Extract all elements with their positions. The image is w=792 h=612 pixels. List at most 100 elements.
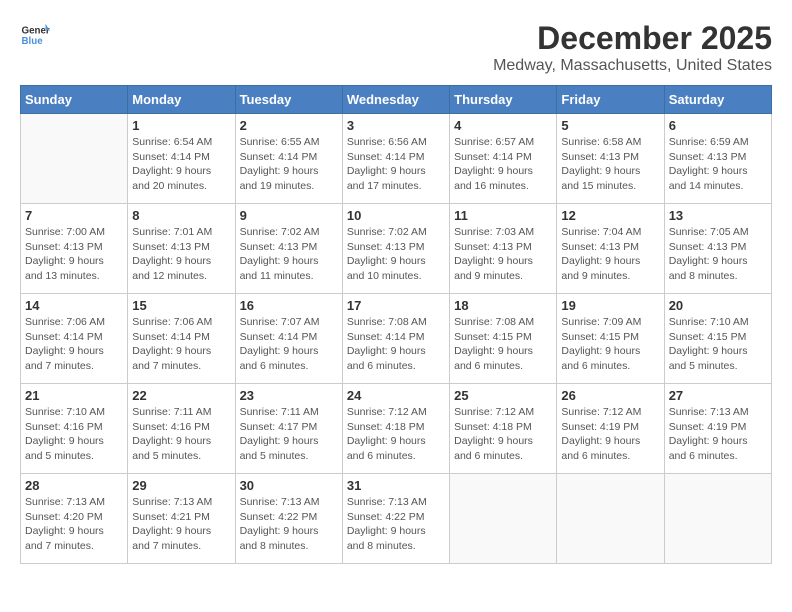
calendar-week-row: 21 Sunrise: 7:10 AM Sunset: 4:16 PM Dayli… (21, 384, 772, 474)
day-info: Sunrise: 7:02 AM Sunset: 4:13 PM Dayligh… (347, 225, 445, 284)
calendar-header-tuesday: Tuesday (235, 86, 342, 114)
calendar-day-cell: 25 Sunrise: 7:12 AM Sunset: 4:18 PM Dayli… (450, 384, 557, 474)
calendar-day-cell: 11 Sunrise: 7:03 AM Sunset: 4:13 PM Dayli… (450, 204, 557, 294)
day-number: 6 (669, 118, 767, 133)
calendar-header-saturday: Saturday (664, 86, 771, 114)
calendar-day-cell: 28 Sunrise: 7:13 AM Sunset: 4:20 PM Dayli… (21, 474, 128, 564)
day-info: Sunrise: 7:08 AM Sunset: 4:15 PM Dayligh… (454, 315, 552, 374)
calendar-day-cell: 4 Sunrise: 6:57 AM Sunset: 4:14 PM Daylig… (450, 114, 557, 204)
day-number: 30 (240, 478, 338, 493)
calendar-header-sunday: Sunday (21, 86, 128, 114)
day-number: 2 (240, 118, 338, 133)
day-info: Sunrise: 7:12 AM Sunset: 4:18 PM Dayligh… (347, 405, 445, 464)
day-number: 29 (132, 478, 230, 493)
calendar-week-row: 1 Sunrise: 6:54 AM Sunset: 4:14 PM Daylig… (21, 114, 772, 204)
day-info: Sunrise: 7:01 AM Sunset: 4:13 PM Dayligh… (132, 225, 230, 284)
day-number: 1 (132, 118, 230, 133)
calendar-day-cell: 17 Sunrise: 7:08 AM Sunset: 4:14 PM Dayli… (342, 294, 449, 384)
day-info: Sunrise: 7:13 AM Sunset: 4:21 PM Dayligh… (132, 495, 230, 554)
svg-text:Blue: Blue (22, 36, 44, 47)
day-info: Sunrise: 7:13 AM Sunset: 4:22 PM Dayligh… (347, 495, 445, 554)
day-info: Sunrise: 7:12 AM Sunset: 4:19 PM Dayligh… (561, 405, 659, 464)
day-number: 26 (561, 388, 659, 403)
calendar-day-cell: 23 Sunrise: 7:11 AM Sunset: 4:17 PM Dayli… (235, 384, 342, 474)
calendar-day-cell: 30 Sunrise: 7:13 AM Sunset: 4:22 PM Dayli… (235, 474, 342, 564)
day-number: 3 (347, 118, 445, 133)
day-info: Sunrise: 7:11 AM Sunset: 4:16 PM Dayligh… (132, 405, 230, 464)
day-info: Sunrise: 6:56 AM Sunset: 4:14 PM Dayligh… (347, 135, 445, 194)
calendar-day-cell: 27 Sunrise: 7:13 AM Sunset: 4:19 PM Dayli… (664, 384, 771, 474)
calendar-day-cell: 22Sunrise: 7:11 AM Sunset: 4:16 PM Dayli… (128, 384, 235, 474)
day-number: 25 (454, 388, 552, 403)
day-number: 4 (454, 118, 552, 133)
calendar-header-row: SundayMondayTuesdayWednesdayThursdayFrid… (21, 86, 772, 114)
calendar-day-cell: 16Sunrise: 7:07 AM Sunset: 4:14 PM Dayli… (235, 294, 342, 384)
day-number: 19 (561, 298, 659, 313)
day-info: Sunrise: 7:06 AM Sunset: 4:14 PM Dayligh… (25, 315, 123, 374)
calendar-day-cell: 21 Sunrise: 7:10 AM Sunset: 4:16 PM Dayli… (21, 384, 128, 474)
calendar-week-row: 14 Sunrise: 7:06 AM Sunset: 4:14 PM Dayli… (21, 294, 772, 384)
day-info: Sunrise: 7:02 AM Sunset: 4:13 PM Dayligh… (240, 225, 338, 284)
calendar-day-cell: 9 Sunrise: 7:02 AM Sunset: 4:13 PM Daylig… (235, 204, 342, 294)
day-info: Sunrise: 7:13 AM Sunset: 4:19 PM Dayligh… (669, 405, 767, 464)
day-info: Sunrise: 7:09 AM Sunset: 4:15 PM Dayligh… (561, 315, 659, 374)
day-info: Sunrise: 7:13 AM Sunset: 4:22 PM Dayligh… (240, 495, 338, 554)
day-number: 15 (132, 298, 230, 313)
day-number: 8 (132, 208, 230, 223)
day-number: 13 (669, 208, 767, 223)
calendar-day-cell (21, 114, 128, 204)
day-number: 21 (25, 388, 123, 403)
day-info: Sunrise: 6:54 AM Sunset: 4:14 PM Dayligh… (132, 135, 230, 194)
day-info: Sunrise: 7:10 AM Sunset: 4:16 PM Dayligh… (25, 405, 123, 464)
calendar-header-friday: Friday (557, 86, 664, 114)
day-info: Sunrise: 7:04 AM Sunset: 4:13 PM Dayligh… (561, 225, 659, 284)
day-info: Sunrise: 6:59 AM Sunset: 4:13 PM Dayligh… (669, 135, 767, 194)
day-info: Sunrise: 7:12 AM Sunset: 4:18 PM Dayligh… (454, 405, 552, 464)
day-number: 11 (454, 208, 552, 223)
day-number: 14 (25, 298, 123, 313)
calendar-day-cell: 2 Sunrise: 6:55 AM Sunset: 4:14 PM Daylig… (235, 114, 342, 204)
day-info: Sunrise: 6:55 AM Sunset: 4:14 PM Dayligh… (240, 135, 338, 194)
day-info: Sunrise: 7:11 AM Sunset: 4:17 PM Dayligh… (240, 405, 338, 464)
day-info: Sunrise: 7:03 AM Sunset: 4:13 PM Dayligh… (454, 225, 552, 284)
day-info: Sunrise: 7:07 AM Sunset: 4:14 PM Dayligh… (240, 315, 338, 374)
day-info: Sunrise: 7:13 AM Sunset: 4:20 PM Dayligh… (25, 495, 123, 554)
calendar-day-cell: 8 Sunrise: 7:01 AM Sunset: 4:13 PM Daylig… (128, 204, 235, 294)
page-title: December 2025 (493, 20, 772, 57)
logo: General Blue (20, 20, 50, 50)
day-number: 23 (240, 388, 338, 403)
day-number: 27 (669, 388, 767, 403)
calendar-day-cell: 14 Sunrise: 7:06 AM Sunset: 4:14 PM Dayli… (21, 294, 128, 384)
calendar-day-cell: 1 Sunrise: 6:54 AM Sunset: 4:14 PM Daylig… (128, 114, 235, 204)
calendar-day-cell: 12Sunrise: 7:04 AM Sunset: 4:13 PM Dayli… (557, 204, 664, 294)
day-number: 18 (454, 298, 552, 313)
day-info: Sunrise: 7:05 AM Sunset: 4:13 PM Dayligh… (669, 225, 767, 284)
day-number: 28 (25, 478, 123, 493)
day-info: Sunrise: 7:06 AM Sunset: 4:14 PM Dayligh… (132, 315, 230, 374)
calendar-day-cell (557, 474, 664, 564)
day-info: Sunrise: 7:08 AM Sunset: 4:14 PM Dayligh… (347, 315, 445, 374)
day-info: Sunrise: 6:58 AM Sunset: 4:13 PM Dayligh… (561, 135, 659, 194)
day-number: 5 (561, 118, 659, 133)
calendar-header-monday: Monday (128, 86, 235, 114)
calendar-day-cell: 19 Sunrise: 7:09 AM Sunset: 4:15 PM Dayli… (557, 294, 664, 384)
day-number: 9 (240, 208, 338, 223)
day-info: Sunrise: 7:10 AM Sunset: 4:15 PM Dayligh… (669, 315, 767, 374)
calendar-day-cell (664, 474, 771, 564)
day-number: 24 (347, 388, 445, 403)
calendar-day-cell (450, 474, 557, 564)
calendar-day-cell: 31 Sunrise: 7:13 AM Sunset: 4:22 PM Dayli… (342, 474, 449, 564)
calendar-header-thursday: Thursday (450, 86, 557, 114)
page-subtitle: Medway, Massachusetts, United States (493, 57, 772, 75)
title-area: December 2025 Medway, Massachusetts, Uni… (493, 20, 772, 75)
calendar-week-row: 28 Sunrise: 7:13 AM Sunset: 4:20 PM Dayli… (21, 474, 772, 564)
calendar-day-cell: 7Sunrise: 7:00 AM Sunset: 4:13 PM Daylig… (21, 204, 128, 294)
logo-icon: General Blue (20, 20, 50, 50)
calendar-header-wednesday: Wednesday (342, 86, 449, 114)
calendar-week-row: 7Sunrise: 7:00 AM Sunset: 4:13 PM Daylig… (21, 204, 772, 294)
day-info: Sunrise: 6:57 AM Sunset: 4:14 PM Dayligh… (454, 135, 552, 194)
day-number: 31 (347, 478, 445, 493)
calendar-day-cell: 20Sunrise: 7:10 AM Sunset: 4:15 PM Dayli… (664, 294, 771, 384)
day-number: 17 (347, 298, 445, 313)
day-info: Sunrise: 7:00 AM Sunset: 4:13 PM Dayligh… (25, 225, 123, 284)
